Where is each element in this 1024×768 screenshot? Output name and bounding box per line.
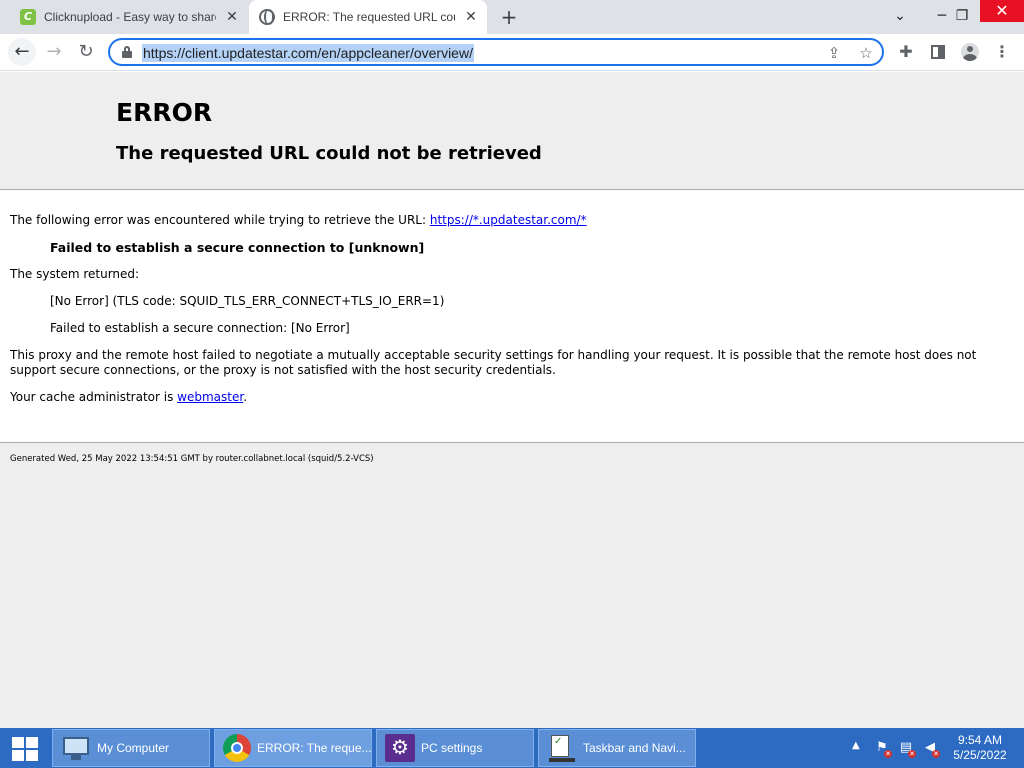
requested-url-link[interactable]: https://*.updatestar.com/*	[430, 213, 587, 227]
chrome-icon	[223, 734, 251, 762]
show-hidden-icons-icon[interactable]: ▲	[852, 740, 860, 751]
webmaster-link[interactable]: webmaster	[177, 390, 243, 404]
url-text[interactable]: https://client.updatestar.com/en/appclea…	[142, 44, 474, 62]
new-tab-button[interactable]: +	[498, 6, 520, 28]
profile-avatar-icon[interactable]	[956, 38, 984, 66]
forward-icon[interactable]: →	[40, 38, 68, 66]
share-icon[interactable]: ⇪	[824, 43, 844, 63]
system-clock[interactable]: 9:54 AM 5/25/2022	[950, 733, 1010, 763]
side-panel-icon[interactable]	[924, 38, 952, 66]
clicknupload-icon: C	[20, 9, 36, 25]
page-title: ERROR	[116, 98, 213, 127]
tab-title: Clicknupload - Easy way to share	[44, 10, 216, 24]
start-button[interactable]	[8, 734, 42, 762]
tab-search-icon[interactable]: ⌄	[880, 0, 920, 32]
close-tab-icon[interactable]: ✕	[463, 9, 479, 25]
tls-code-text: [No Error] (TLS code: SQUID_TLS_ERR_CONN…	[50, 294, 445, 308]
taskbar-label: ERROR: The reque...	[257, 741, 371, 755]
error-header: ERROR The requested URL could not be ret…	[0, 72, 1024, 190]
tab-title: ERROR: The requested URL could not be re…	[283, 10, 455, 24]
error-message: Failed to establish a secure connection …	[50, 240, 425, 255]
cache-admin-text: Your cache administrator is	[10, 390, 178, 404]
volume-muted-icon[interactable]: ◀ ✕	[922, 740, 940, 758]
footer-text: Generated Wed, 25 May 2022 13:54:51 GMT …	[10, 454, 374, 464]
page-subtitle: The requested URL could not be retrieved	[116, 143, 542, 164]
explanation-paragraph: This proxy and the remote host failed to…	[10, 348, 977, 377]
network-icon[interactable]: ▤ ✕	[898, 740, 916, 758]
tab-clicknupload[interactable]: C Clicknupload - Easy way to share ✕	[0, 0, 248, 34]
clock-date: 5/25/2022	[953, 748, 1007, 762]
lock-icon[interactable]	[122, 46, 132, 58]
computer-icon	[61, 734, 91, 762]
close-window-icon[interactable]: ✕	[980, 0, 1024, 22]
intro-text: The following error was encountered whil…	[10, 213, 430, 227]
close-tab-icon[interactable]: ✕	[224, 9, 240, 25]
gear-icon: ⚙	[385, 734, 415, 762]
taskbar-label: PC settings	[421, 741, 483, 755]
cache-admin-suffix: .	[243, 390, 248, 404]
clock-time: 9:54 AM	[957, 733, 1003, 747]
page-footer: Generated Wed, 25 May 2022 13:54:51 GMT …	[0, 442, 1024, 728]
windows-logo-icon	[12, 737, 24, 748]
checklist-icon: ✓	[547, 734, 577, 762]
action-center-flag-icon[interactable]: ⚑ ✕	[874, 740, 892, 758]
cache-admin-paragraph: Your cache administrator is webmaster.	[10, 390, 247, 405]
bookmark-star-icon[interactable]: ☆	[856, 43, 876, 63]
taskbar-label: My Computer	[97, 741, 170, 755]
page-content: ERROR The requested URL could not be ret…	[0, 72, 1024, 728]
browser-toolbar: ← → ↻ https://client.updatestar.com/en/a…	[0, 34, 1024, 71]
restore-icon[interactable]: ❐	[942, 0, 982, 32]
extensions-puzzle-icon[interactable]: ✚	[892, 38, 920, 66]
taskbar: My Computer ERROR: The reque... ⚙ PC set…	[0, 728, 1024, 768]
taskbar-taskbar-navigation[interactable]: ✓ Taskbar and Navi...	[538, 729, 696, 767]
tab-error-page[interactable]: ERROR: The requested URL could not be re…	[249, 0, 487, 34]
reload-icon[interactable]: ↻	[72, 38, 100, 66]
taskbar-label: Taskbar and Navi...	[583, 741, 686, 755]
system-returned-label: The system returned:	[10, 267, 140, 281]
taskbar-my-computer[interactable]: My Computer	[52, 729, 210, 767]
kebab-menu-icon[interactable]: ⋮	[988, 38, 1016, 66]
address-bar[interactable]: https://client.updatestar.com/en/appclea…	[108, 38, 884, 66]
globe-icon	[259, 9, 275, 25]
tab-strip: C Clicknupload - Easy way to share ✕ ERR…	[0, 0, 1024, 34]
intro-paragraph: The following error was encountered whil…	[10, 213, 587, 228]
secure-connection-fail-text: Failed to establish a secure connection:…	[50, 321, 350, 335]
taskbar-pc-settings[interactable]: ⚙ PC settings	[376, 729, 534, 767]
back-icon[interactable]: ←	[8, 38, 36, 66]
taskbar-chrome[interactable]: ERROR: The reque...	[214, 729, 372, 767]
